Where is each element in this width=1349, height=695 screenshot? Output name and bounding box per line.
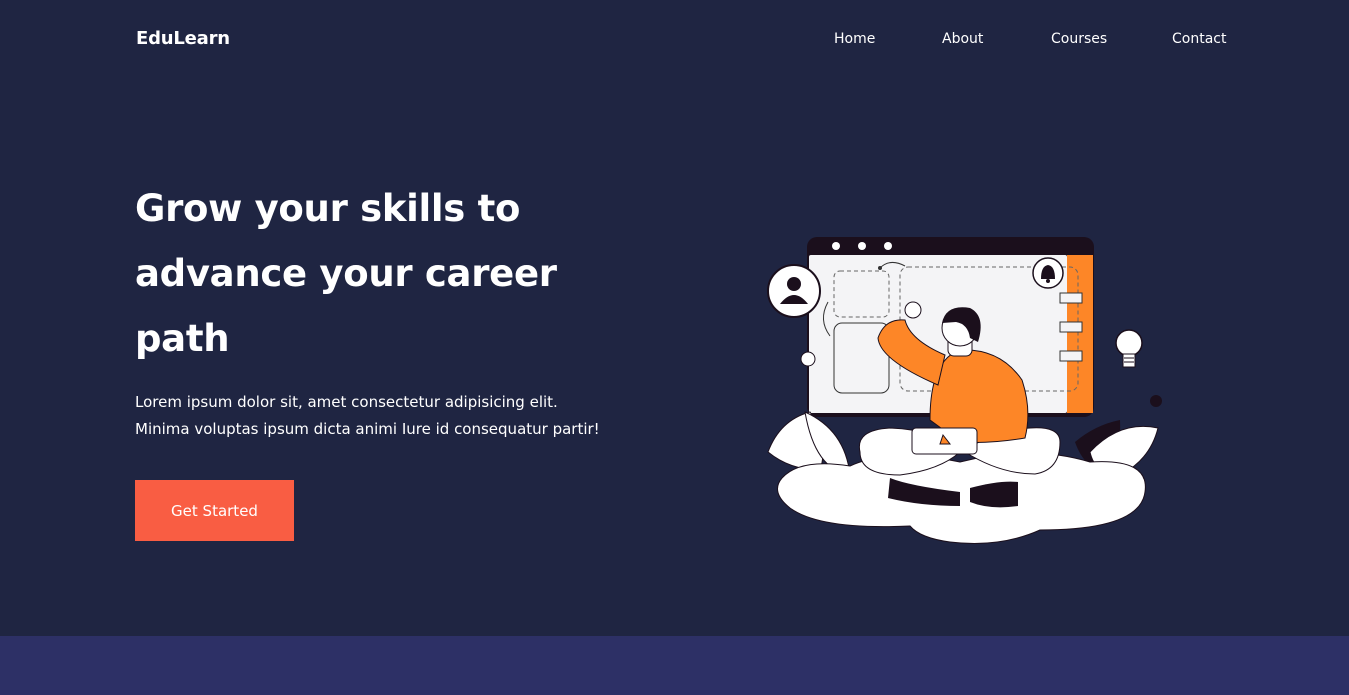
hero-description-line-1: Lorem ipsum dolor sit, amet consectetur … (135, 393, 558, 411)
nav-about[interactable]: About (942, 31, 983, 47)
navbar: EduLearn Home About Courses Contact (0, 0, 1349, 80)
nav-home[interactable]: Home (834, 31, 875, 47)
nav-courses[interactable]: Courses (1051, 31, 1107, 47)
next-section-band (0, 636, 1349, 695)
bell-icon (1032, 257, 1064, 289)
brand-logo[interactable]: EduLearn (136, 28, 230, 49)
hero-description-line-2: Minima voluptas ipsum dicta animi Iure i… (135, 420, 600, 438)
get-started-button[interactable]: Get Started (135, 480, 294, 541)
cloud-base (777, 452, 1146, 544)
hero-description: Lorem ipsum dolor sit, amet consectetur … (135, 389, 675, 443)
hero-illustration (767, 237, 1162, 544)
user-icon (767, 264, 821, 318)
lightbulb-icon (1115, 329, 1143, 368)
hero-title: Grow your skills to advance your career … (135, 187, 557, 360)
nav-contact[interactable]: Contact (1172, 31, 1226, 47)
